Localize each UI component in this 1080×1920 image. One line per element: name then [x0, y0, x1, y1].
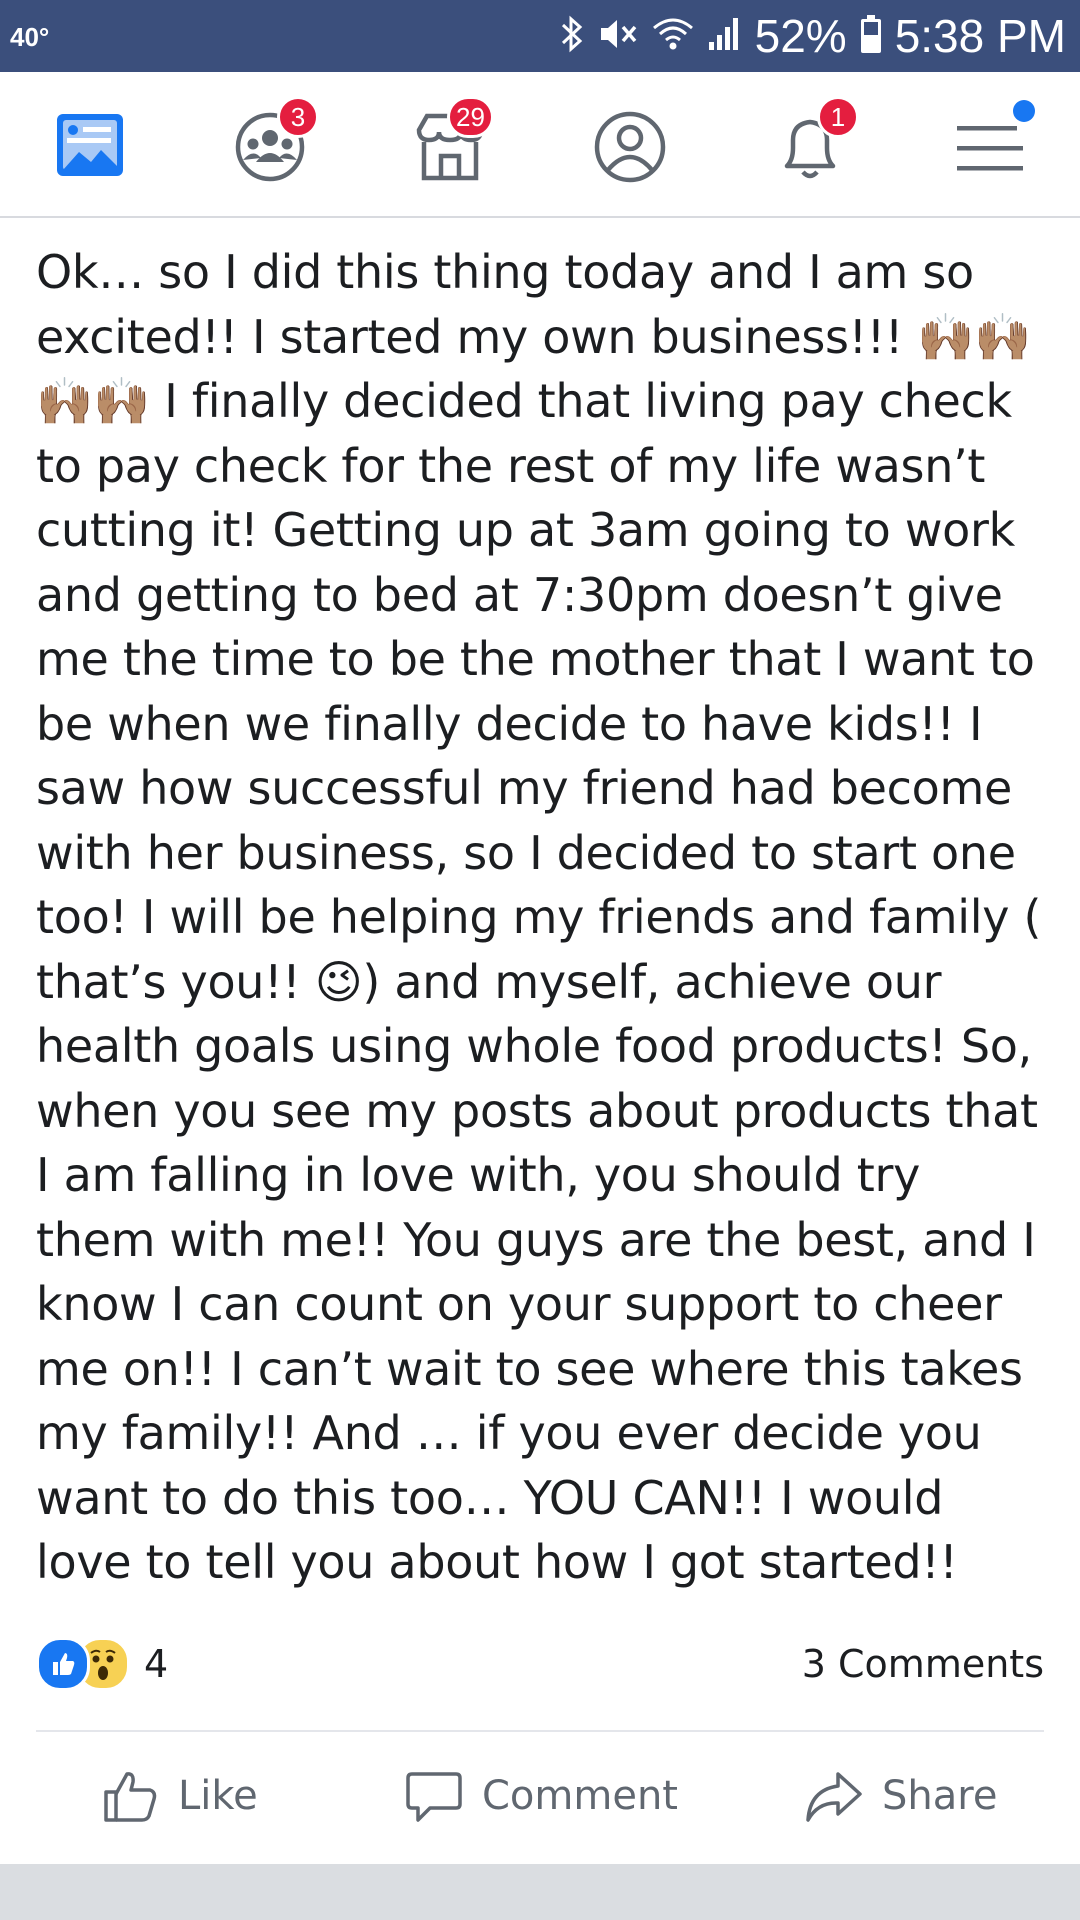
divider: [36, 1730, 1044, 1732]
status-icons: 52% 5:38 PM: [559, 10, 1066, 62]
nav-groups[interactable]: 3: [225, 96, 319, 190]
like-reaction-icon: [36, 1637, 90, 1691]
notifications-badge: 1: [817, 96, 859, 138]
nav-notifications[interactable]: 1: [765, 96, 859, 190]
marketplace-badge: 29: [447, 96, 494, 138]
status-bar: 40° 52% 5:38 PM: [0, 0, 1080, 72]
nav-profile[interactable]: [585, 100, 675, 190]
share-arrow-icon: [804, 1766, 864, 1826]
battery-percent: 52%: [754, 10, 847, 62]
mute-icon: [597, 14, 639, 59]
like-button[interactable]: Like: [100, 1760, 258, 1832]
bell-icon: [765, 119, 855, 194]
marketplace-icon: [405, 113, 495, 194]
groups-icon: [225, 112, 315, 194]
signal-icon: [707, 14, 743, 59]
reaction-count: 4: [144, 1642, 169, 1686]
like-label: Like: [178, 1773, 258, 1819]
thumbs-up-icon: [100, 1766, 160, 1826]
comments-count-link[interactable]: 3 Comments: [802, 1642, 1044, 1686]
feed-separator: [0, 1864, 1080, 1920]
profile-icon: [585, 111, 675, 194]
post-text: Ok… so I did this thing today and I am s…: [36, 245, 1042, 1589]
reactions-summary[interactable]: 4: [36, 1636, 168, 1692]
menu-indicator-dot: [1013, 100, 1035, 122]
speech-bubble-icon: [404, 1766, 464, 1826]
comment-button[interactable]: Comment: [404, 1760, 678, 1832]
bluetooth-icon: [559, 14, 585, 59]
nav-news-feed[interactable]: [45, 100, 135, 190]
nav-menu[interactable]: [945, 100, 1035, 190]
share-label: Share: [882, 1773, 998, 1819]
wifi-icon: [651, 14, 695, 59]
share-button[interactable]: Share: [804, 1760, 997, 1832]
top-navigation: 3 29 1: [0, 72, 1080, 218]
news-feed-icon: [45, 114, 135, 194]
groups-badge: 3: [277, 96, 319, 138]
battery-icon: [859, 13, 883, 60]
menu-icon: [945, 126, 1035, 194]
temperature-indicator: 40°: [10, 22, 50, 52]
post-actions: Like Comment Share: [0, 1760, 1080, 1832]
clock: 5:38 PM: [894, 10, 1066, 62]
comment-label: Comment: [482, 1773, 678, 1819]
nav-marketplace[interactable]: 29: [405, 96, 495, 190]
